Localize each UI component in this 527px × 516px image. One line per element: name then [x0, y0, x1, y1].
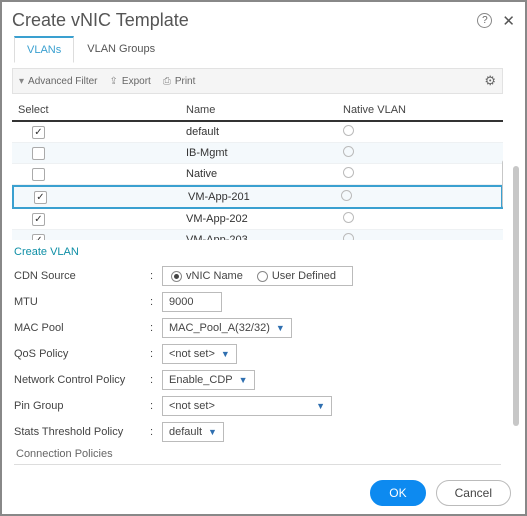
create-vlan-link[interactable]: Create VLAN — [14, 246, 513, 258]
print-button[interactable]: ⎙Print — [163, 76, 196, 87]
vlan-grid: Select Name Native VLAN ✓ default IB-Mgmt N… — [12, 100, 503, 240]
grid-scrollbar[interactable] — [502, 122, 503, 240]
content-area: VLANs VLAN Groups ▾Advanced Filter ⇪Expo… — [2, 36, 513, 468]
native-vlan-radio[interactable] — [343, 212, 354, 223]
row-checkbox[interactable]: ✓ — [32, 213, 45, 226]
filter-icon: ▾ — [19, 76, 24, 87]
mtu-label: MTU — [14, 296, 144, 308]
qos-policy-label: QoS Policy — [14, 348, 144, 360]
table-row[interactable]: Native — [12, 164, 503, 185]
chevron-down-icon: ▼ — [221, 349, 230, 359]
form: CDN Source : vNIC Name User Defined MTU … — [14, 266, 501, 468]
tab-vlans[interactable]: VLANs — [14, 36, 74, 63]
row-name: VM-App-202 — [186, 213, 343, 225]
gear-icon[interactable]: ⚙ — [484, 73, 496, 89]
table-row[interactable]: ✓ VM-App-201 — [12, 185, 503, 209]
close-icon[interactable]: ✕ — [502, 12, 515, 30]
row-name: IB-Mgmt — [186, 147, 343, 159]
row-name: VM-App-203 — [186, 234, 343, 240]
qos-policy-select[interactable]: <not set>▼ — [162, 344, 237, 364]
pin-group-select[interactable]: <not set>▼ — [162, 396, 332, 416]
row-name: default — [186, 126, 343, 138]
table-row[interactable]: ✓ VM-App-202 — [12, 209, 503, 230]
chevron-down-icon: ▼ — [208, 427, 217, 437]
ncp-label: Network Control Policy — [14, 374, 144, 386]
row-name: VM-App-201 — [188, 191, 341, 203]
stats-threshold-label: Stats Threshold Policy — [14, 426, 144, 438]
native-vlan-radio[interactable] — [343, 233, 354, 240]
table-row[interactable]: IB-Mgmt — [12, 143, 503, 164]
ncp-select[interactable]: Enable_CDP▼ — [162, 370, 255, 390]
connection-policies-label: Connection Policies — [16, 448, 501, 460]
grid-header: Select Name Native VLAN — [12, 100, 503, 122]
native-vlan-radio[interactable] — [343, 125, 354, 136]
col-native[interactable]: Native VLAN — [343, 104, 503, 116]
cancel-button[interactable]: Cancel — [436, 480, 511, 506]
table-row[interactable]: ✓ VM-App-203 — [12, 230, 503, 240]
dialog-title: Create vNIC Template — [12, 10, 189, 31]
native-vlan-radio[interactable] — [341, 190, 352, 201]
cdn-user-defined-radio[interactable]: User Defined — [257, 270, 336, 282]
row-checkbox[interactable] — [32, 168, 45, 181]
dialog-scrollbar[interactable] — [513, 36, 519, 466]
help-icon[interactable]: ? — [477, 13, 492, 28]
chevron-down-icon: ▼ — [316, 401, 325, 411]
ok-button[interactable]: OK — [370, 480, 425, 506]
table-row[interactable]: ✓ default — [12, 122, 503, 143]
native-vlan-radio[interactable] — [343, 167, 354, 178]
grid-toolbar: ▾Advanced Filter ⇪Export ⎙Print ⚙ — [12, 68, 503, 94]
footer: OK Cancel — [370, 480, 511, 506]
tab-strip: VLANs VLAN Groups — [2, 36, 513, 64]
chevron-down-icon: ▼ — [239, 375, 248, 385]
print-icon: ⎙ — [163, 76, 171, 87]
row-checkbox[interactable]: ✓ — [32, 126, 45, 139]
mac-pool-select[interactable]: MAC_Pool_A(32/32)▼ — [162, 318, 292, 338]
titlebar: Create vNIC Template ? ✕ — [2, 2, 525, 37]
row-checkbox[interactable] — [32, 147, 45, 160]
stats-threshold-select[interactable]: default▼ — [162, 422, 224, 442]
tab-vlan-groups[interactable]: VLAN Groups — [74, 36, 168, 63]
mtu-input[interactable]: 9000 — [162, 292, 222, 312]
row-checkbox[interactable]: ✓ — [34, 191, 47, 204]
row-name: Native — [186, 168, 343, 180]
chevron-down-icon: ▼ — [276, 323, 285, 333]
advanced-filter-button[interactable]: ▾Advanced Filter — [19, 76, 98, 87]
mac-pool-label: MAC Pool — [14, 322, 144, 334]
cdn-source-label: CDN Source — [14, 270, 144, 282]
dialog: Create vNIC Template ? ✕ VLANs VLAN Grou… — [0, 0, 527, 516]
cdn-vnic-name-radio[interactable]: vNIC Name — [171, 270, 243, 282]
export-icon: ⇪ — [110, 76, 118, 87]
export-button[interactable]: ⇪Export — [110, 76, 151, 87]
native-vlan-radio[interactable] — [343, 146, 354, 157]
col-name[interactable]: Name — [186, 104, 343, 116]
grid-body: ✓ default IB-Mgmt Native ✓ VM-App-201 ✓ VM-App-… — [12, 122, 503, 240]
col-select[interactable]: Select — [18, 104, 186, 116]
pin-group-label: Pin Group — [14, 400, 144, 412]
row-checkbox[interactable]: ✓ — [32, 234, 45, 241]
